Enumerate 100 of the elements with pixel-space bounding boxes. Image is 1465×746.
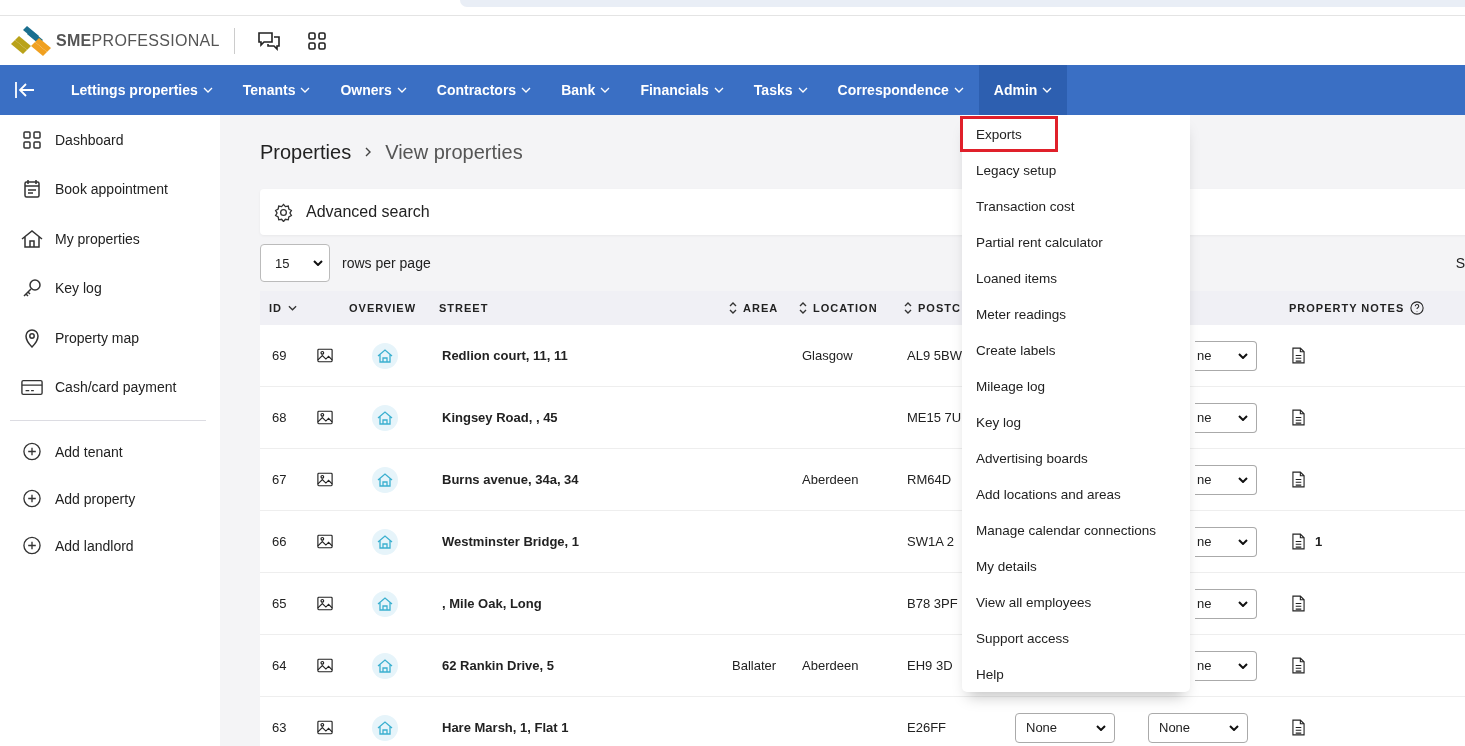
sort-icon[interactable] [729, 301, 737, 315]
document-icon[interactable] [1292, 719, 1305, 736]
chevron-down-icon [300, 87, 311, 93]
image-icon[interactable] [317, 596, 333, 611]
chevron-down-icon [1238, 600, 1248, 607]
status-select[interactable]: ne [1195, 650, 1257, 681]
status-select[interactable]: None [1148, 712, 1248, 743]
menu-item[interactable]: Transaction cost [962, 188, 1190, 224]
sidebar-item[interactable]: Key log [10, 263, 206, 313]
notes-count: 1 [1315, 534, 1323, 549]
column-header[interactable]: AREA [743, 302, 779, 314]
menu-item[interactable]: Help [962, 656, 1190, 692]
nav-tab[interactable]: Lettings properties [56, 65, 228, 115]
location-cell: Aberdeen [802, 658, 859, 673]
sidebar-action[interactable]: Add tenant [10, 428, 206, 475]
column-header[interactable]: LOCATION [813, 302, 878, 314]
menu-item[interactable]: Advertising boards [962, 440, 1190, 476]
sort-down-icon[interactable] [288, 305, 297, 311]
search-label: S [1455, 255, 1465, 271]
logo-icon [9, 23, 53, 58]
document-icon[interactable] [1292, 657, 1305, 674]
nav-tab[interactable]: Financials [625, 65, 739, 115]
image-icon[interactable] [317, 348, 333, 363]
document-icon[interactable] [1292, 533, 1305, 550]
sidebar-action[interactable]: Add property [10, 475, 206, 522]
column-header[interactable]: STREET [439, 302, 489, 314]
nav-tab[interactable]: Tenants [227, 65, 326, 115]
sort-icon[interactable] [904, 301, 912, 315]
sort-icon[interactable] [799, 301, 807, 315]
menu-item[interactable]: View all employees [962, 584, 1190, 620]
menu-item[interactable]: Exports [960, 116, 1058, 152]
help-icon[interactable] [1410, 301, 1425, 315]
menu-item[interactable]: Loaned items [962, 260, 1190, 296]
column-header[interactable]: OVERVIEW [349, 302, 417, 314]
column-header[interactable]: ID [269, 302, 282, 314]
breadcrumb-chevron-icon [365, 147, 372, 157]
document-icon[interactable] [1292, 347, 1305, 364]
chevron-down-icon [396, 87, 407, 93]
apps-grid-icon[interactable] [306, 30, 327, 51]
image-icon[interactable] [317, 472, 333, 487]
document-icon[interactable] [1292, 471, 1305, 488]
postcode-cell: EH9 3D [907, 658, 953, 673]
sidebar-action[interactable]: Add landlord [10, 522, 206, 569]
street-cell: Burns avenue, 34a, 34 [442, 472, 579, 487]
status-select[interactable]: ne [1195, 402, 1257, 433]
rows-per-page-label: rows per page [342, 255, 431, 271]
breadcrumb-link[interactable]: Properties [260, 140, 352, 164]
chevron-down-icon [1238, 352, 1248, 359]
sidebar-item[interactable]: Dashboard [10, 115, 206, 165]
chevron-down-icon [797, 87, 808, 93]
nav-tab[interactable]: Correspondence [822, 65, 979, 115]
menu-item[interactable]: Mileage log [962, 368, 1190, 404]
collapse-sidebar-icon[interactable] [14, 80, 36, 100]
area-cell: Ballater [732, 658, 777, 673]
image-icon[interactable] [317, 720, 333, 735]
menu-item[interactable]: Meter readings [962, 296, 1190, 332]
document-icon[interactable] [1292, 595, 1305, 612]
nav-tab[interactable]: Tasks [738, 65, 823, 115]
nav-tab[interactable]: Contractors [421, 65, 547, 115]
page-size-select[interactable]: 15 [260, 244, 330, 282]
chevron-down-icon [1238, 476, 1248, 483]
location-cell: Glasgow [802, 348, 853, 363]
postcode-cell: AL9 5BW [907, 348, 962, 363]
sidebar-item[interactable]: Cash/card payment [10, 362, 206, 412]
breadcrumb-current: View properties [385, 140, 523, 164]
menu-item[interactable]: Support access [962, 620, 1190, 656]
postcode-cell: E26FF [907, 720, 946, 735]
chevron-down-icon [1238, 538, 1248, 545]
street-cell: Westminster Bridge, 1 [442, 534, 580, 549]
chevron-down-icon [1096, 724, 1106, 731]
menu-item[interactable]: Legacy setup [962, 152, 1190, 188]
menu-item[interactable]: Add locations and areas [962, 476, 1190, 512]
nav-tab[interactable]: Owners [325, 65, 422, 115]
status-select[interactable]: ne [1195, 526, 1257, 557]
column-header[interactable]: PROPERTY NOTES [1289, 302, 1405, 314]
status-select[interactable]: ne [1195, 464, 1257, 495]
street-cell: , Mile Oak, Long [442, 596, 542, 611]
menu-item[interactable]: Key log [962, 404, 1190, 440]
image-icon[interactable] [317, 658, 333, 673]
status-select[interactable]: ne [1195, 340, 1257, 371]
sidebar-item[interactable]: Property map [10, 313, 206, 363]
image-icon[interactable] [317, 534, 333, 549]
plus-circle-icon [21, 489, 43, 508]
nav-tab[interactable]: Bank [546, 65, 626, 115]
status-select[interactable]: None [1015, 712, 1115, 743]
document-icon[interactable] [1292, 409, 1305, 426]
house-icon [21, 228, 43, 249]
menu-item[interactable]: Manage calendar connections [962, 512, 1190, 548]
chevron-down-icon [313, 260, 323, 266]
sidebar-item[interactable]: My properties [10, 214, 206, 264]
column-header[interactable]: POSTC [918, 302, 961, 314]
nav-tab[interactable]: Admin [978, 65, 1068, 115]
menu-item[interactable]: Create labels [962, 332, 1190, 368]
postcode-cell: SW1A 2 [907, 534, 954, 549]
status-select[interactable]: ne [1195, 588, 1257, 619]
sidebar-item[interactable]: Book appointment [10, 164, 206, 214]
credit-card-icon [21, 377, 43, 398]
menu-item[interactable]: My details [962, 548, 1190, 584]
image-icon[interactable] [317, 410, 333, 425]
street-cell: Redlion court, 11, 11 [442, 348, 568, 363]
